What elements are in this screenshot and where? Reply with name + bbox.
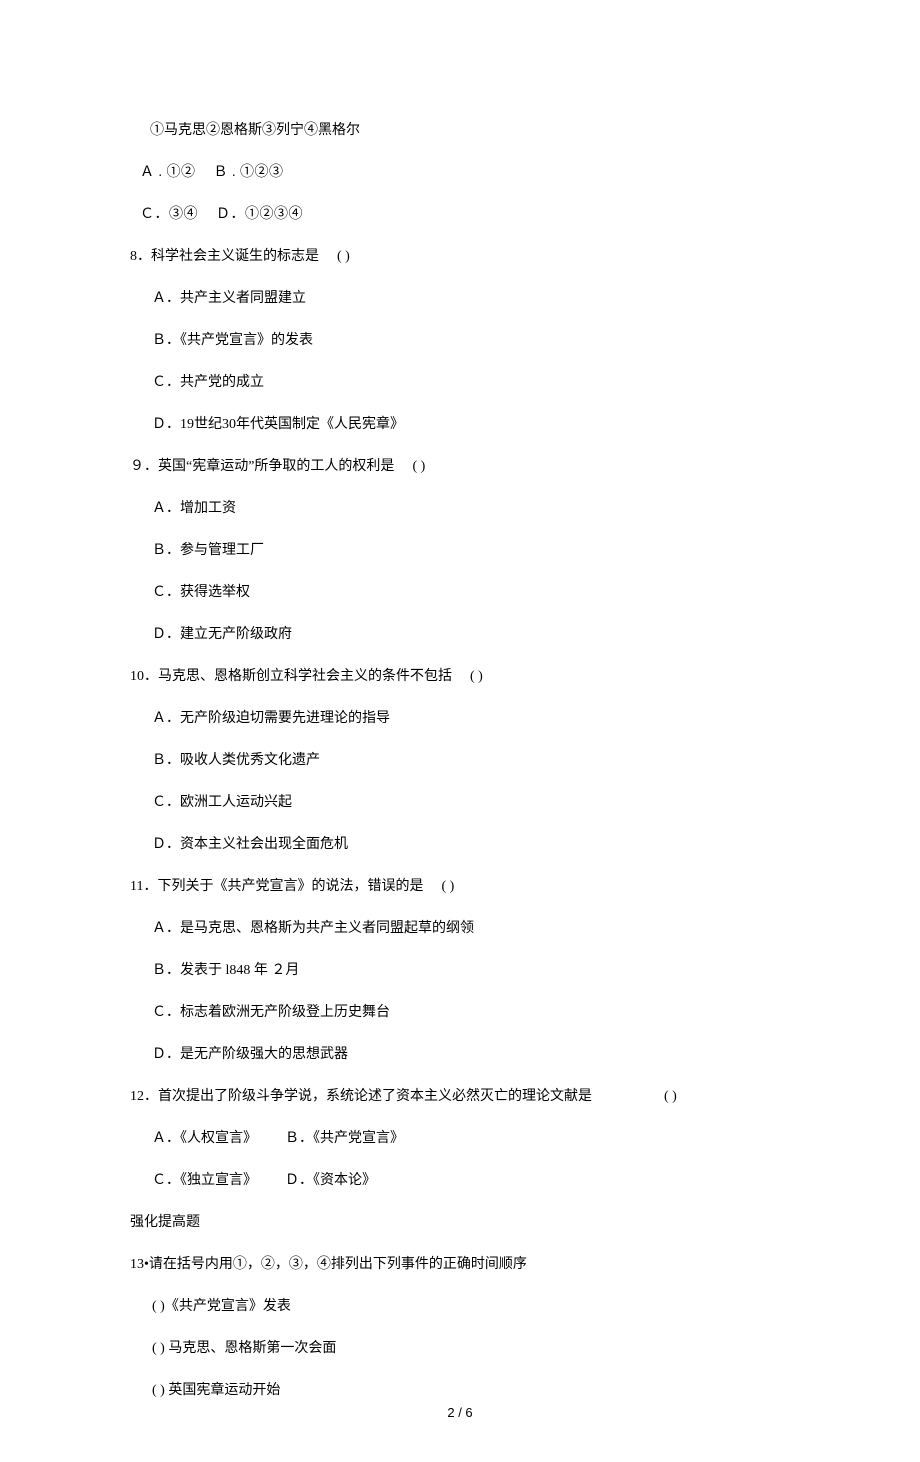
option-list-text: ①马克思②恩格斯③列宁④黑格尔	[150, 123, 360, 138]
question-11: 11．下列关于《共产党宣言》的说法，错误的是 ( )	[130, 876, 790, 897]
options-row-ab: Ａ . ①② Ｂ . ①②③	[130, 162, 790, 183]
question-8-option-c: Ｃ．共产党的成立	[130, 372, 790, 393]
question-10-option-d: Ｄ．资本主义社会出现全面危机	[130, 834, 790, 855]
options-row-cd: Ｃ．③④ Ｄ．①②③④	[130, 204, 790, 225]
question-8-stem: 8．科学社会主义诞生的标志是	[130, 249, 319, 264]
option-12-a: Ａ．《人权宣言》	[152, 1131, 257, 1146]
option-12-c: Ｃ．《独立宣言》	[152, 1173, 257, 1188]
question-9-option-b: Ｂ．参与管理工厂	[130, 540, 790, 561]
question-11-paren: ( )	[441, 879, 454, 894]
question-13-item-b: ( ) 马克思、恩格斯第一次会面	[130, 1338, 790, 1359]
question-11-option-c: Ｃ．标志着欧洲无产阶级登上历史舞台	[130, 1002, 790, 1023]
question-13: 13•请在括号内用①，②，③，④排列出下列事件的正确时间顺序	[130, 1254, 790, 1275]
question-13-item-a: ( )《共产党宣言》发表	[130, 1296, 790, 1317]
question-8: 8．科学社会主义诞生的标志是 ( )	[130, 246, 790, 267]
question-11-option-a: Ａ．是马克思、恩格斯为共产主义者同盟起草的纲领	[130, 918, 790, 939]
option-b: Ｂ . ①②③	[214, 165, 284, 180]
question-9-option-c: Ｃ．获得选举权	[130, 582, 790, 603]
question-12-paren: ( )	[664, 1089, 677, 1104]
option-12-d: Ｄ．《资本论》	[285, 1173, 376, 1188]
question-11-stem: 11．下列关于《共产党宣言》的说法，错误的是	[130, 879, 423, 894]
page-number: 2 / 6	[447, 1403, 472, 1423]
question-8-paren: ( )	[337, 249, 350, 264]
question-8-option-b: Ｂ．《共产党宣言》的发表	[130, 330, 790, 351]
question-10-option-a: Ａ．无产阶级迫切需要先进理论的指导	[130, 708, 790, 729]
option-d: Ｄ．①②③④	[216, 207, 303, 222]
question-10: 10．马克思、恩格斯创立科学社会主义的条件不包括 ( )	[130, 666, 790, 687]
question-8-option-d: Ｄ．19世纪30年代英国制定《人民宪章》	[130, 414, 790, 435]
question-10-stem: 10．马克思、恩格斯创立科学社会主义的条件不包括	[130, 669, 452, 684]
question-13-item-c: ( ) 英国宪章运动开始	[130, 1380, 790, 1401]
question-9: ９．英国“宪章运动”所争取的工人的权利是 ( )	[130, 456, 790, 477]
question-9-stem: ９．英国“宪章运动”所争取的工人的权利是	[130, 459, 394, 474]
question-10-option-b: Ｂ．吸收人类优秀文化遗产	[130, 750, 790, 771]
option-a: Ａ . ①②	[140, 165, 196, 180]
question-9-option-a: Ａ．增加工资	[130, 498, 790, 519]
question-12-options-ab: Ａ．《人权宣言》 Ｂ．《共产党宣言》	[130, 1128, 790, 1149]
continuation-options: ①马克思②恩格斯③列宁④黑格尔	[130, 120, 790, 141]
question-12: 12．首次提出了阶级斗争学说，系统论述了资本主义必然灭亡的理论文献是 ( )	[130, 1086, 790, 1107]
question-11-option-b: Ｂ．发表于 l848 年 ２月	[130, 960, 790, 981]
question-10-option-c: Ｃ．欧洲工人运动兴起	[130, 792, 790, 813]
question-11-option-d: Ｄ．是无产阶级强大的思想武器	[130, 1044, 790, 1065]
question-9-paren: ( )	[412, 459, 425, 474]
question-10-paren: ( )	[470, 669, 483, 684]
option-c: Ｃ．③④	[140, 207, 198, 222]
question-12-options-cd: Ｃ．《独立宣言》 Ｄ．《资本论》	[130, 1170, 790, 1191]
question-8-option-a: Ａ．共产主义者同盟建立	[130, 288, 790, 309]
option-12-b: Ｂ．《共产党宣言》	[285, 1131, 404, 1146]
question-9-option-d: Ｄ．建立无产阶级政府	[130, 624, 790, 645]
question-12-stem: 12．首次提出了阶级斗争学说，系统论述了资本主义必然灭亡的理论文献是	[130, 1089, 592, 1104]
section-title: 强化提高题	[130, 1212, 790, 1233]
